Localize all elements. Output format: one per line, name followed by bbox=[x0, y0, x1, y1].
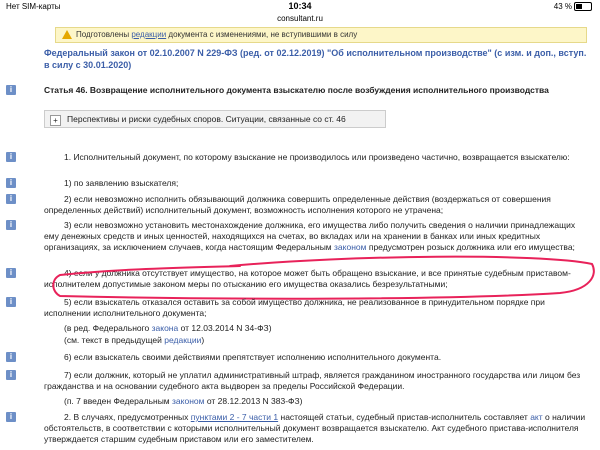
law-link[interactable]: законом bbox=[334, 242, 366, 252]
article-title: Статья 46. Возвращение исполнительного д… bbox=[44, 85, 549, 95]
part-2-text-mid: настоящей статьи, судебный пристав-испол… bbox=[280, 412, 528, 422]
warning-icon bbox=[62, 30, 72, 39]
paragraph-3-text-end: предусмотрен розыск должника или его иму… bbox=[368, 242, 575, 252]
info-icon[interactable]: i bbox=[6, 352, 16, 362]
paragraph-7-edition: (п. 7 введен Федеральным законом от 28.1… bbox=[44, 396, 589, 407]
info-icon[interactable]: i bbox=[6, 370, 16, 380]
editions-link[interactable]: редакции bbox=[131, 30, 166, 39]
url-bar[interactable]: consultant.ru bbox=[0, 14, 600, 26]
edition-warning-banner: Подготовлены редакции документа с измене… bbox=[55, 27, 587, 43]
info-icon[interactable]: i bbox=[6, 178, 16, 188]
paragraph-5: 5) если взыскатель отказался оставить за… bbox=[44, 297, 545, 318]
info-icon[interactable]: i bbox=[6, 194, 16, 204]
edition-note-end: от 28.12.2013 N 383-ФЗ) bbox=[206, 396, 303, 406]
edition-note-end: от 12.03.2014 N 34-ФЗ) bbox=[180, 323, 272, 333]
risks-expander[interactable]: + Перспективы и риски судебных споров. Си… bbox=[44, 110, 386, 128]
battery-indicator: 43 % bbox=[553, 2, 592, 12]
battery-icon bbox=[574, 2, 592, 12]
info-icon[interactable]: i bbox=[6, 268, 16, 278]
risks-expander-label: Перспективы и риски судебных споров. Сит… bbox=[67, 114, 346, 124]
expand-icon[interactable]: + bbox=[50, 115, 61, 126]
paragraph-1: 1. Исполнительный документ, по которому … bbox=[64, 152, 570, 162]
banner-suffix: документа с изменениями, не вступившими … bbox=[168, 30, 358, 39]
info-icon[interactable]: i bbox=[6, 220, 16, 230]
previous-note-end: ) bbox=[201, 335, 205, 345]
info-icon[interactable]: i bbox=[6, 297, 16, 307]
status-bar: Нет SIM-карты 10:34 43 % bbox=[0, 0, 600, 14]
points-link[interactable]: пунктами 2 - 7 части 1 bbox=[191, 412, 278, 422]
paragraph-3: 3) если невозможно установить местонахож… bbox=[44, 220, 589, 253]
paragraph-7: 7) если должник, который не уплатил адми… bbox=[44, 370, 581, 391]
paragraph-5-edition: (в ред. Федерального закона от 12.03.201… bbox=[44, 323, 589, 334]
paragraph-4: 4) если у должника отсутствует имущество… bbox=[44, 268, 571, 289]
paragraph-6: 6) если взыскатель своими действиями пре… bbox=[64, 352, 442, 362]
banner-prefix: Подготовлены bbox=[76, 30, 130, 39]
paragraph-part-2: 2. В случаях, предусмотренных пунктами 2… bbox=[44, 412, 589, 445]
previous-note: (см. текст в предыдущей bbox=[64, 335, 162, 345]
law-title-link[interactable]: Федеральный закон от 02.10.2007 N 229-ФЗ… bbox=[44, 47, 589, 71]
paragraph-2: 2) если невозможно исполнить обязывающий… bbox=[44, 194, 551, 215]
act-link[interactable]: акт bbox=[530, 412, 542, 422]
clock: 10:34 bbox=[288, 1, 312, 11]
paragraph-1-1: 1) по заявлению взыскателя; bbox=[64, 178, 179, 188]
info-icon[interactable]: i bbox=[6, 412, 16, 422]
law-link[interactable]: законом bbox=[172, 396, 204, 406]
edition-note: (п. 7 введен Федеральным bbox=[64, 396, 170, 406]
law-link[interactable]: закона bbox=[152, 323, 179, 333]
battery-percent: 43 % bbox=[553, 2, 572, 11]
info-icon[interactable]: i bbox=[6, 152, 16, 162]
info-icon[interactable]: i bbox=[6, 85, 16, 95]
part-2-text: 2. В случаях, предусмотренных bbox=[64, 412, 189, 422]
paragraph-5-previous: (см. текст в предыдущей редакции) bbox=[44, 335, 589, 346]
previous-edition-link[interactable]: редакции bbox=[164, 335, 201, 345]
edition-note: (в ред. Федерального bbox=[64, 323, 150, 333]
